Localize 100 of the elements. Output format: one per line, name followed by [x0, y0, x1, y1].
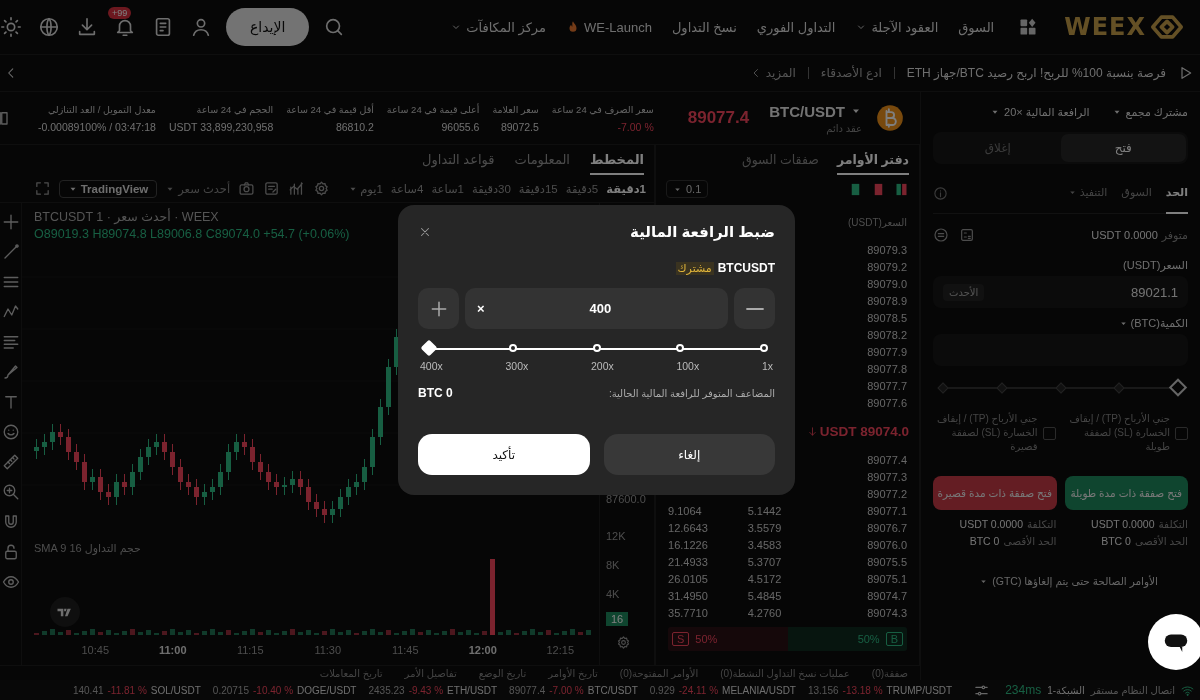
interval-button[interactable]: 1ساعة: [431, 181, 464, 196]
side-tab[interactable]: فتح: [1060, 134, 1186, 162]
candlestick: [386, 358, 391, 416]
increase-button[interactable]: [418, 288, 459, 329]
interval-button[interactable]: 15دقيقة: [518, 181, 558, 196]
sun-icon[interactable]: [0, 16, 22, 38]
nav-link[interactable]: العقود الآجلة: [855, 19, 939, 35]
brand-name[interactable]: WEEX: [1064, 13, 1146, 41]
nav-link[interactable]: مركز المكافآت: [450, 19, 546, 35]
order-type-tab[interactable]: السوق: [1121, 173, 1152, 214]
chat-button[interactable]: [1148, 614, 1200, 670]
price-type-dropdown[interactable]: أحدث سعر: [165, 181, 231, 196]
tradingview-logo[interactable]: [50, 597, 80, 627]
leverage-dropdown[interactable]: الرافعة المالية ×20: [990, 105, 1090, 119]
quantity-dropdown[interactable]: الكمية(BTC): [933, 314, 1188, 332]
nav-link[interactable]: نسخ التداول: [671, 19, 737, 35]
margin-mode-dropdown[interactable]: مشترك مجمع: [1111, 105, 1188, 119]
confirm-button[interactable]: تأكيد: [418, 434, 590, 475]
camera-icon[interactable]: [238, 180, 256, 197]
chart-tab[interactable]: المعلومات: [514, 145, 570, 175]
position-tab[interactable]: تاريخ الوضع: [478, 667, 527, 679]
ruler-icon[interactable]: [1, 453, 20, 471]
latest-price-button[interactable]: الأحدث: [943, 283, 985, 301]
table-cell-text: 4.2760: [747, 606, 783, 619]
calculator-icon[interactable]: [959, 227, 975, 243]
leverage-input[interactable]: 400 ×: [465, 288, 728, 329]
ticker-price: 140.41: [72, 684, 104, 696]
interval-button[interactable]: 4ساعة: [390, 181, 424, 196]
nav-link[interactable]: التداول الفوري: [756, 19, 836, 35]
cost-label: التكلفة: [1158, 518, 1188, 530]
nav-link[interactable]: السوق: [958, 19, 995, 35]
candlestick: [42, 433, 47, 456]
candlestick: [146, 438, 151, 466]
globe-icon[interactable]: [38, 16, 60, 38]
position-tab[interactable]: عمليات نسخ التداول النشطة(0): [720, 667, 850, 679]
chart-tab[interactable]: قواعد التداول: [422, 145, 495, 175]
decrease-button[interactable]: [734, 288, 775, 329]
tradingview-button[interactable]: TradingView: [58, 179, 158, 198]
brush-icon[interactable]: [1, 363, 20, 381]
order-type-tab[interactable]: التنفيذ: [1067, 173, 1108, 214]
open-long-button[interactable]: فتح صفقة ذات مدة طويلة: [1064, 476, 1188, 510]
time-in-force-dropdown[interactable]: الأوامر الصالحة حتى يتم إلغاؤها (GTC): [933, 575, 1158, 587]
interval-button[interactable]: 1يوم: [348, 181, 383, 196]
user-icon[interactable]: [190, 16, 212, 38]
interval-button[interactable]: 1دقيقة: [606, 181, 646, 196]
info-icon[interactable]: [933, 186, 948, 201]
ticker-symbol[interactable]: DOGE/USDT: [297, 684, 357, 696]
ticker-symbol[interactable]: ETH/USDT: [447, 684, 498, 696]
candlestick: [210, 478, 215, 501]
order-book-tab[interactable]: دفتر الأوامر: [836, 145, 909, 175]
chart-tab[interactable]: المخطط: [590, 145, 644, 175]
play-icon[interactable]: [1178, 65, 1194, 81]
ticker-change: -9.43 %: [408, 684, 444, 696]
leverage-value-input[interactable]: 400: [484, 301, 716, 316]
ticker-symbol[interactable]: BTC/USDT: [587, 684, 638, 696]
download-icon[interactable]: [76, 16, 98, 38]
volume-axis-label: 8K: [606, 559, 620, 571]
position-tab[interactable]: صفقة(0): [871, 667, 908, 679]
zoom-in-icon[interactable]: [1, 483, 20, 501]
crosshair-icon[interactable]: [1, 213, 20, 231]
fullscreen-icon[interactable]: [33, 180, 51, 197]
position-tab[interactable]: تاريخ المعاملات: [319, 667, 383, 679]
nav-link[interactable]: WE-Launch: [566, 19, 652, 35]
slider-tick: [676, 344, 685, 352]
cancel-button[interactable]: إلغاء: [603, 434, 775, 475]
order-book-tab[interactable]: صفقات السوق: [741, 145, 819, 175]
position-tab[interactable]: تفاصيل الأمر: [404, 667, 457, 679]
layout-both-icon[interactable]: [894, 181, 909, 197]
indicators-icon[interactable]: [288, 180, 306, 197]
transfer-icon[interactable]: [933, 227, 949, 243]
ticker-symbol[interactable]: MELANIA/USDT: [722, 684, 796, 696]
fibonacci-icon[interactable]: [1, 333, 20, 351]
eye-icon[interactable]: [1, 573, 20, 591]
precision-dropdown[interactable]: 0.1: [666, 180, 709, 198]
symbol-selector[interactable]: BTC/USDT: [769, 102, 862, 120]
checkbox[interactable]: [1175, 426, 1188, 440]
slider-label: 400x: [420, 360, 443, 372]
settings-icon[interactable]: [313, 180, 331, 197]
ticker-price: 2435.23: [368, 684, 405, 696]
interval-button[interactable]: 5دقيقة: [565, 181, 599, 196]
settings-icon[interactable]: [616, 635, 631, 650]
order-type-tab[interactable]: الحد: [1165, 173, 1188, 214]
template-icon[interactable]: [263, 180, 281, 197]
checkbox[interactable]: [1042, 426, 1056, 440]
smiley-icon[interactable]: [1, 423, 20, 441]
ticker-symbol[interactable]: SOL/USDT: [150, 684, 201, 696]
candlestick: [122, 473, 127, 496]
invite-link[interactable]: ادع الأصدقاء: [820, 66, 882, 80]
open-short-button[interactable]: فتح صفقة ذات مدة قصيرة: [933, 476, 1057, 510]
stat-value: USDT 33,899,230,958: [168, 120, 274, 133]
candlestick: [346, 478, 351, 506]
position-tab[interactable]: تاريخ الأوامر: [548, 667, 598, 679]
apps-icon[interactable]: [1018, 17, 1039, 37]
close-icon[interactable]: [418, 225, 432, 239]
ticker-symbol[interactable]: TRUMP/USDT: [886, 684, 953, 696]
more-link[interactable]: المزيد: [749, 66, 796, 80]
interval-button[interactable]: 30دقيقة: [471, 181, 511, 196]
position-tab[interactable]: الأوامر المفتوحة(0): [619, 667, 699, 679]
sell-label: S: [672, 632, 690, 646]
deposit-button[interactable]: الإيداع: [226, 8, 310, 46]
